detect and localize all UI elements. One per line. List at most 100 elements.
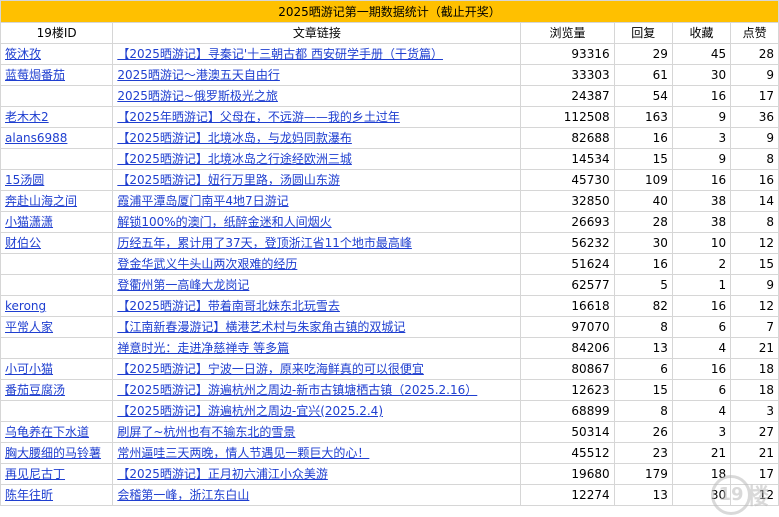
article-link[interactable]: 【2025年晒游记】父母在，不远游——我的乡土过年: [117, 110, 400, 124]
views-cell: 80867: [520, 358, 615, 380]
views-cell: 24387: [520, 85, 615, 107]
replies-cell: 8: [613, 316, 673, 338]
user-id-link[interactable]: 蓝莓焗番茄: [5, 68, 65, 82]
column-header-article-link[interactable]: 文章链接: [112, 22, 522, 44]
user-id-link[interactable]: 老木木2: [5, 110, 49, 124]
likes-cell: 12: [730, 232, 779, 254]
user-id-link[interactable]: 乌龟养在下水道: [5, 425, 89, 439]
views-cell: 112508: [520, 106, 615, 128]
title-row: 2025晒游记第一期数据统计（截止开奖）: [0, 0, 779, 23]
favorites-cell: 4: [671, 400, 732, 422]
favorites-cell: 16: [671, 295, 732, 317]
article-link[interactable]: 历经五年，累计用了37天，登顶浙江省11个地市最高峰: [117, 236, 412, 250]
views-cell: 68899: [520, 400, 615, 422]
user-id-link[interactable]: 奔赴山海之间: [5, 194, 77, 208]
likes-cell: 18: [730, 379, 779, 401]
article-link[interactable]: 登金华武义牛头山两次艰难的经历: [117, 257, 297, 271]
article-link[interactable]: 【2025晒游记】妞行万里路，汤圆山东游: [117, 173, 340, 187]
article-link[interactable]: 霞浦平潭岛厦门南平4地7日游记: [117, 194, 288, 208]
table-row: 平常人家 【江南新春漫游记】横港艺术村与朱家角古镇的双城记 97070 8 6 7: [0, 316, 779, 338]
views-cell: 51624: [520, 253, 615, 275]
replies-cell: 23: [613, 442, 673, 464]
article-link-cell: 2025晒游记～港澳五天自由行: [112, 64, 522, 86]
article-link-cell: 解锁100%的澳门，纸醉金迷和人间烟火: [112, 211, 522, 233]
article-link[interactable]: 禅意时光：走进净慈禅寺 等多篇: [117, 341, 289, 355]
user-id-link[interactable]: 胸大腰细的马铃薯: [5, 446, 101, 460]
article-link[interactable]: 【2025晒游记】游遍杭州之周边-宜兴(2025.2.4): [117, 404, 383, 418]
favorites-cell: 10: [671, 232, 732, 254]
views-cell: 56232: [520, 232, 615, 254]
article-link[interactable]: 【2025晒游记】北境冰岛，与龙妈同款瀑布: [117, 131, 352, 145]
article-link[interactable]: 2025晒游记～港澳五天自由行: [117, 68, 280, 82]
article-link[interactable]: 【2025晒游记】游遍杭州之周边-新市古镇塘栖古镇（2025.2.16）: [117, 383, 477, 397]
column-header-user-id[interactable]: 19楼ID: [0, 22, 114, 44]
favorites-cell: 30: [671, 64, 732, 86]
user-id-link[interactable]: alans6988: [5, 131, 67, 145]
article-link-cell: 【2025晒游记】北境冰岛，与龙妈同款瀑布: [112, 127, 522, 149]
table-row: 再见尼古丁 【2025晒游记】正月初六浦江小众美游 19680 179 18 17: [0, 463, 779, 485]
column-header-likes[interactable]: 点赞: [730, 22, 779, 44]
replies-cell: 54: [613, 85, 673, 107]
site-watermark: 19 楼: [703, 471, 773, 515]
article-link[interactable]: 解锁100%的澳门，纸醉金迷和人间烟火: [117, 215, 331, 229]
likes-cell: 17: [730, 85, 779, 107]
article-link[interactable]: 【2025晒游记】北境冰岛之行途经欧洲三城: [117, 152, 352, 166]
table-row: 禅意时光：走进净慈禅寺 等多篇 84206 13 4 21: [0, 337, 779, 359]
user-id-link[interactable]: 小猫潇潇: [5, 215, 53, 229]
article-link[interactable]: 刷屏了~杭州也有不输东北的雪景: [117, 425, 295, 439]
replies-cell: 109: [613, 169, 673, 191]
user-id-link[interactable]: 番茄豆腐汤: [5, 383, 65, 397]
user-id-cell: 平常人家: [0, 316, 114, 338]
user-id-link[interactable]: 陈年往昕: [5, 488, 53, 502]
article-link[interactable]: 【2025晒游记】带着南哥北妹东北玩雪去: [117, 299, 340, 313]
article-link[interactable]: 2025晒游记~俄罗斯极光之旅: [117, 89, 278, 103]
article-link-cell: 【2025晒游记】正月初六浦江小众美游: [112, 463, 522, 485]
user-id-link[interactable]: 小可小猫: [5, 362, 53, 376]
likes-cell: 8: [730, 211, 779, 233]
user-id-link[interactable]: 财伯公: [5, 236, 41, 250]
article-link[interactable]: 会稽第一峰，浙江东白山: [117, 488, 249, 502]
user-id-cell: 再见尼古丁: [0, 463, 114, 485]
column-header-replies[interactable]: 回复: [613, 22, 673, 44]
column-header-views[interactable]: 浏览量: [520, 22, 615, 44]
article-link-cell: 【2025晒游记】带着南哥北妹东北玩雪去: [112, 295, 522, 317]
likes-cell: 9: [730, 64, 779, 86]
favorites-cell: 3: [671, 127, 732, 149]
user-id-cell: 小猫潇潇: [0, 211, 114, 233]
table-row: 2025晒游记~俄罗斯极光之旅 24387 54 16 17: [0, 85, 779, 107]
article-link-cell: 霞浦平潭岛厦门南平4地7日游记: [112, 190, 522, 212]
user-id-link[interactable]: kerong: [5, 299, 46, 313]
table-row: 财伯公 历经五年，累计用了37天，登顶浙江省11个地市最高峰 56232 30 10 12: [0, 232, 779, 254]
replies-cell: 6: [613, 358, 673, 380]
column-header-favorites[interactable]: 收藏: [671, 22, 732, 44]
user-id-cell: 乌龟养在下水道: [0, 421, 114, 443]
user-id-link[interactable]: 15汤圆: [5, 173, 44, 187]
article-link-cell: 【2025年晒游记】父母在，不远游——我的乡土过年: [112, 106, 522, 128]
table-row: 【2025晒游记】游遍杭州之周边-宜兴(2025.2.4) 68899 8 4 3: [0, 400, 779, 422]
likes-cell: 14: [730, 190, 779, 212]
article-link-cell: 【2025晒游记】游遍杭州之周边-宜兴(2025.2.4): [112, 400, 522, 422]
table-row: kerong 【2025晒游记】带着南哥北妹东北玩雪去 16618 82 16 12: [0, 295, 779, 317]
replies-cell: 40: [613, 190, 673, 212]
likes-cell: 9: [730, 127, 779, 149]
user-id-cell: [0, 253, 114, 275]
article-link[interactable]: 【江南新春漫游记】横港艺术村与朱家角古镇的双城记: [117, 320, 405, 334]
user-id-cell: 奔赴山海之间: [0, 190, 114, 212]
user-id-link[interactable]: 再见尼古丁: [5, 467, 65, 481]
article-link[interactable]: 【2025晒游记】寻秦记'十三朝古都 西安研学手册（干货篇）: [117, 47, 443, 61]
likes-cell: 27: [730, 421, 779, 443]
article-link[interactable]: 登衢州第一高峰大龙岗记: [117, 278, 249, 292]
user-id-link[interactable]: 筱沐孜: [5, 47, 41, 61]
article-link-cell: 【2025晒游记】北境冰岛之行途经欧洲三城: [112, 148, 522, 170]
replies-cell: 13: [613, 337, 673, 359]
article-link-cell: 【2025晒游记】宁波一日游，原来吃海鲜真的可以很便宜: [112, 358, 522, 380]
favorites-cell: 38: [671, 211, 732, 233]
article-link-cell: 【2025晒游记】寻秦记'十三朝古都 西安研学手册（干货篇）: [112, 43, 522, 65]
user-id-link[interactable]: 平常人家: [5, 320, 53, 334]
article-link[interactable]: 常州逼哇三天两晚，情人节遇见一颗巨大的心！: [117, 446, 369, 460]
replies-cell: 82: [613, 295, 673, 317]
article-link[interactable]: 【2025晒游记】宁波一日游，原来吃海鲜真的可以很便宜: [117, 362, 424, 376]
stats-table: 2025晒游记第一期数据统计（截止开奖） 19楼ID 文章链接 浏览量 回复 收…: [0, 0, 779, 506]
article-link[interactable]: 【2025晒游记】正月初六浦江小众美游: [117, 467, 328, 481]
user-id-cell: [0, 148, 114, 170]
